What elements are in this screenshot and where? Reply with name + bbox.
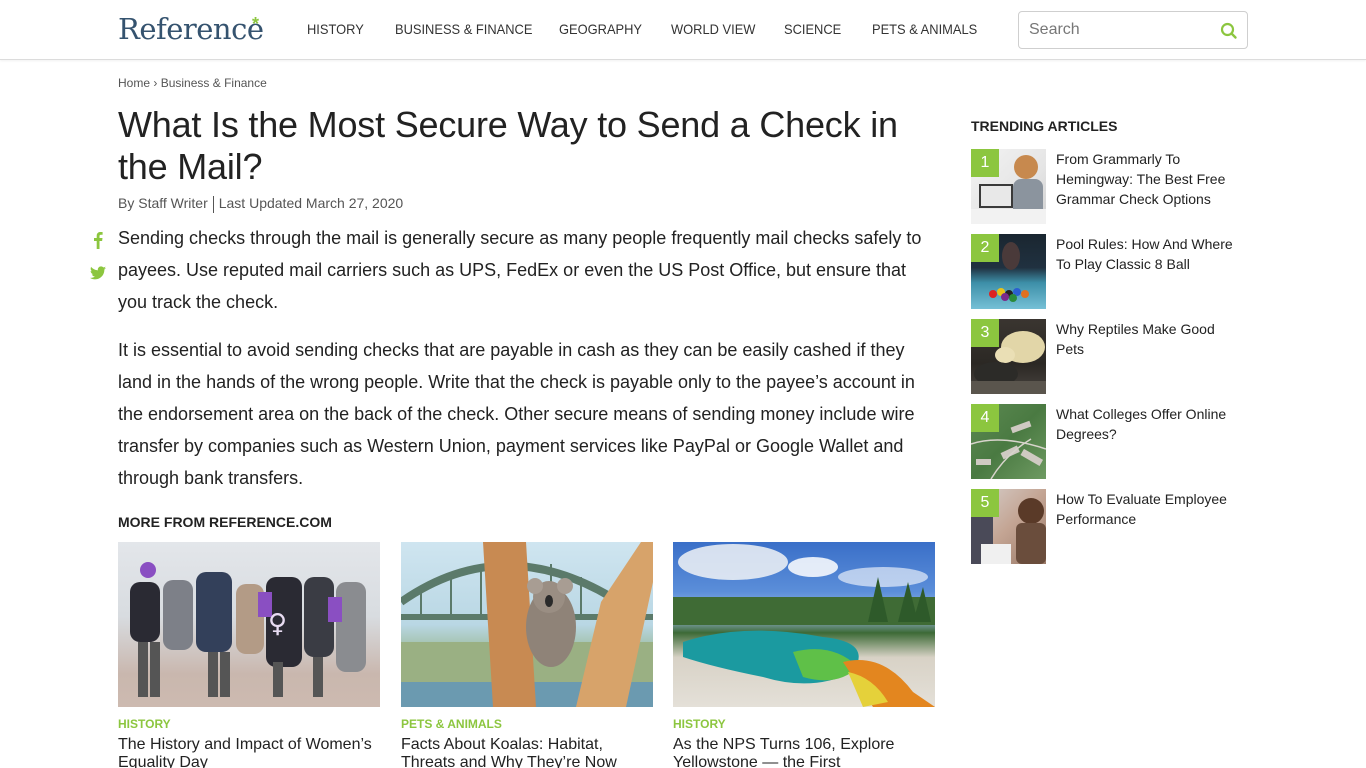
breadcrumb-home[interactable]: Home	[118, 76, 150, 90]
trending-rank: 2	[971, 234, 999, 262]
nav-world-view[interactable]: WORLD VIEW	[671, 21, 755, 37]
trending-title[interactable]: Pool Rules: How And Where To Play Classi…	[1056, 234, 1246, 274]
card-category[interactable]: HISTORY	[118, 717, 380, 731]
nav-business-finance[interactable]: BUSINESS & FINANCE	[395, 21, 532, 37]
trending-rank: 3	[971, 319, 999, 347]
card-title[interactable]: Facts About Koalas: Habitat, Threats and…	[401, 736, 653, 768]
card-image-koala[interactable]	[401, 542, 653, 707]
related-card[interactable]: PETS & ANIMALS Facts About Koalas: Habit…	[401, 542, 653, 768]
nav-geography[interactable]: GEOGRAPHY	[559, 21, 642, 37]
article-paragraph: Sending checks through the mail is gener…	[118, 228, 922, 312]
card-title[interactable]: As the NPS Turns 106, Explore Yellowston…	[673, 736, 935, 768]
search-icon[interactable]	[1219, 21, 1239, 41]
trending-rank: 1	[971, 149, 999, 177]
article-paragraph: It is essential to avoid sending checks …	[118, 340, 915, 488]
card-image-yellowstone[interactable]	[673, 542, 935, 707]
author: By Staff Writer	[118, 195, 208, 211]
related-card[interactable]: ♀ HISTORY The History and Impact of Wome…	[118, 542, 380, 768]
trending-item[interactable]: 2 Pool Rules: How And Where To Play Clas…	[971, 234, 1251, 309]
card-title[interactable]: The History and Impact of Women’s Equali…	[118, 736, 380, 768]
trending-item[interactable]: 5 How To Evaluate Employee Performance	[971, 489, 1251, 564]
nav-history[interactable]: HISTORY	[307, 21, 364, 37]
trending-item[interactable]: 4 What Colleges Offer Online Degrees?	[971, 404, 1251, 479]
site-header: Reference * HISTORY BUSINESS & FINANCE G…	[0, 0, 1366, 60]
svg-text:♀: ♀	[268, 609, 287, 639]
nav-pets-animals[interactable]: PETS & ANIMALS	[872, 21, 977, 37]
card-category[interactable]: HISTORY	[673, 717, 935, 731]
nav-science[interactable]: SCIENCE	[784, 21, 841, 37]
twitter-icon[interactable]	[90, 266, 106, 280]
byline-divider	[212, 195, 214, 213]
logo-asterisk-icon: *	[252, 14, 260, 34]
facebook-icon[interactable]	[92, 231, 104, 249]
article-body: Sending checks through the mail is gener…	[118, 222, 928, 510]
search-box	[1018, 11, 1248, 49]
search-input[interactable]	[1029, 20, 1209, 40]
site-logo[interactable]: Reference	[118, 12, 264, 46]
page-title: What Is the Most Secure Way to Send a Ch…	[118, 104, 898, 187]
trending-rank: 4	[971, 404, 999, 432]
breadcrumb-business-finance[interactable]: Business & Finance	[161, 76, 267, 90]
byline: By Staff Writer Last Updated March 27, 20…	[118, 195, 403, 213]
trending-title[interactable]: From Grammarly To Hemingway: The Best Fr…	[1056, 149, 1246, 209]
last-updated: Last Updated March 27, 2020	[218, 195, 404, 211]
card-category[interactable]: PETS & ANIMALS	[401, 717, 653, 731]
trending-heading: TRENDING ARTICLES	[971, 118, 1118, 134]
trending-item[interactable]: 1 From Grammarly To Hemingway: The Best …	[971, 149, 1251, 224]
related-card[interactable]: HISTORY As the NPS Turns 106, Explore Ye…	[673, 542, 935, 768]
trending-title[interactable]: Why Reptiles Make Good Pets	[1056, 319, 1246, 359]
card-image-womens-equality[interactable]: ♀	[118, 542, 380, 707]
breadcrumb: Home › Business & Finance	[118, 76, 267, 90]
breadcrumb-separator: ›	[153, 76, 158, 90]
trending-title[interactable]: How To Evaluate Employee Performance	[1056, 489, 1246, 529]
trending-title[interactable]: What Colleges Offer Online Degrees?	[1056, 404, 1246, 444]
trending-item[interactable]: 3 Why Reptiles Make Good Pets	[971, 319, 1251, 394]
trending-rank: 5	[971, 489, 999, 517]
more-from-heading: MORE FROM REFERENCE.COM	[118, 514, 332, 530]
